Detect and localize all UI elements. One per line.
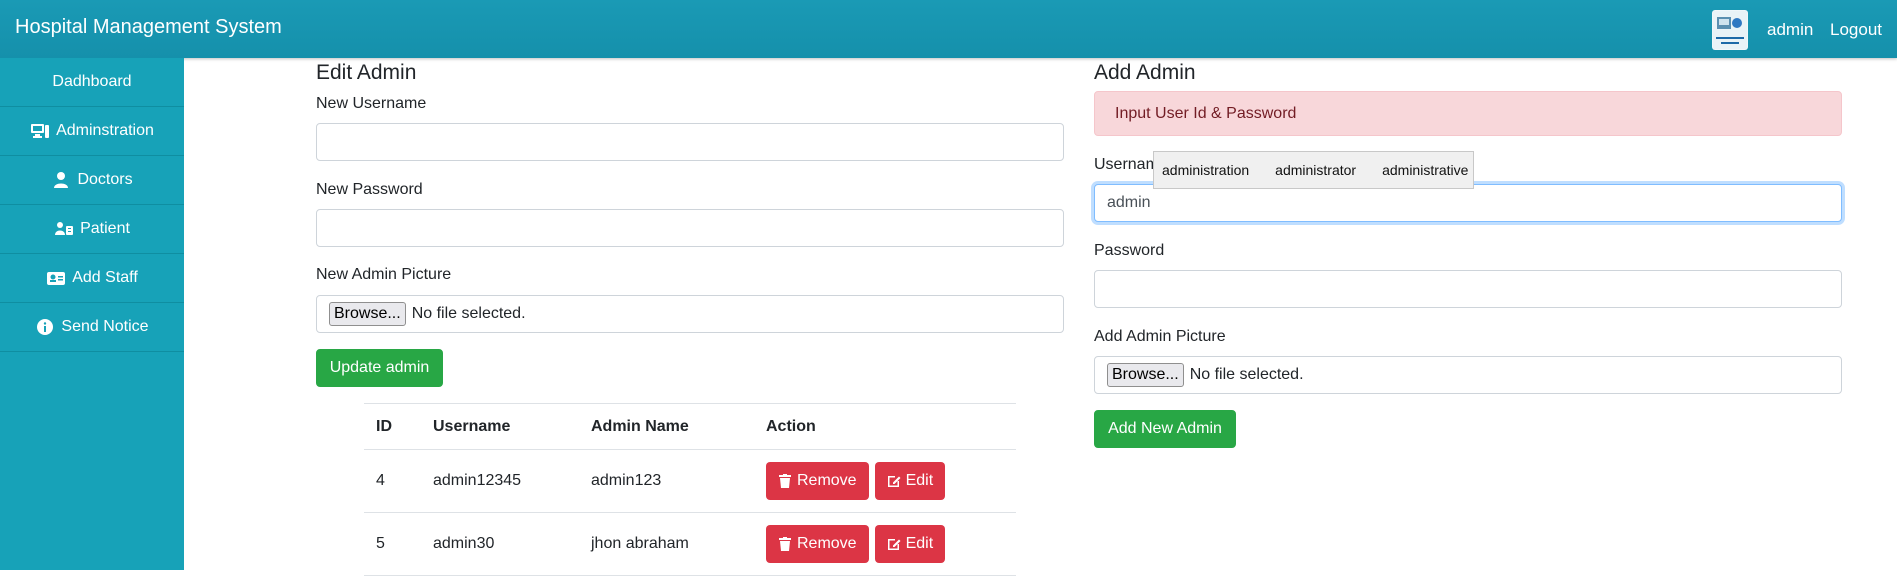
cell-admin-name: admin123 [579,449,754,513]
edit-button[interactable]: Edit [874,525,946,563]
sidebar-item-send-notice[interactable]: Send Notice [0,303,184,352]
sidebar-item-add-staff[interactable]: Add Staff [0,254,184,303]
sidebar-item-patient[interactable]: Patient [0,205,184,254]
column-header-admin-name: Admin Name [579,403,754,450]
sidebar-item-label: Send Notice [61,318,149,335]
file-status-text: No file selected. [411,305,526,322]
column-header-id: ID [364,403,421,450]
desktop-icon [31,124,50,138]
cell-admin-name: jhon abraham [579,512,754,576]
cell-id: 5 [364,512,421,576]
new-password-label: New Password [316,181,423,198]
sidebar-item-administration[interactable]: Adminstration [0,107,184,156]
sidebar-item-label: Patient [80,220,130,237]
remove-button[interactable]: Remove [766,525,869,563]
autocomplete-suggestions: administration administrator administrat… [1153,151,1474,189]
cell-username: admin12345 [421,449,579,513]
edit-icon [887,539,901,550]
browse-button[interactable]: Browse... [329,302,406,326]
username-label: Usernam [1094,156,1159,173]
sidebar-item-doctors[interactable]: Doctors [0,156,184,205]
trash-icon [779,537,791,551]
cell-id: 4 [364,449,421,513]
remove-label: Remove [797,535,857,552]
table-row: 5 admin30 jhon abraham Remove Edit [364,512,1016,576]
logout-link[interactable]: Logout [1830,20,1882,40]
sidebar-item-label: Add Staff [72,269,138,286]
file-status-text: No file selected. [1189,366,1304,383]
app-title[interactable]: Hospital Management System [15,16,282,39]
patient-icon [55,222,74,235]
add-admin-picture-file-input[interactable]: Browse... No file selected. [1094,356,1842,394]
edit-label: Edit [905,535,934,552]
update-admin-button[interactable]: Update admin [316,349,443,387]
id-card-icon [47,272,66,285]
sidebar-item-label: Adminstration [56,122,154,139]
edit-label: Edit [905,472,934,489]
add-new-admin-button[interactable]: Add New Admin [1094,410,1236,448]
sidebar-item-label: Dadhboard [52,73,132,90]
edit-button[interactable]: Edit [874,462,946,500]
admins-table: ID Username Admin Name Action 4 admin123… [364,403,1016,576]
username-input[interactable] [1094,184,1842,222]
table-row: 4 admin12345 admin123 Remove Edit [364,449,1016,513]
cell-actions: Remove Edit [754,449,1016,513]
new-password-input[interactable] [316,209,1064,247]
edit-icon [887,476,901,487]
suggestion-item[interactable]: administrative [1374,162,1476,178]
new-username-input[interactable] [316,123,1064,161]
info-circle-icon [37,319,54,335]
validation-alert: Input User Id & Password [1094,91,1842,136]
remove-label: Remove [797,472,857,489]
suggestion-item[interactable]: administration [1154,162,1257,178]
top-navbar: Hospital Management System admin Logout [0,0,1897,58]
browse-button[interactable]: Browse... [1107,363,1184,387]
edit-admin-heading: Edit Admin [316,61,417,84]
current-user-name: admin [1767,20,1814,39]
password-input[interactable] [1094,270,1842,308]
cell-actions: Remove Edit [754,512,1016,576]
add-admin-picture-label: Add Admin Picture [1094,328,1226,345]
remove-button[interactable]: Remove [766,462,869,500]
new-username-label: New Username [316,95,427,112]
add-admin-heading: Add Admin [1094,61,1196,84]
column-header-action: Action [754,403,1016,450]
password-label: Password [1094,242,1165,259]
sidebar: Dadhboard Adminstration Doctors Patient [0,58,184,570]
sidebar-item-label: Doctors [77,171,133,188]
new-admin-picture-file-input[interactable]: Browse... No file selected. [316,295,1064,333]
user-icon [54,172,69,188]
trash-icon [779,474,791,488]
column-header-username: Username [421,403,579,450]
new-admin-picture-label: New Admin Picture [316,266,452,283]
table-header-row: ID Username Admin Name Action [364,403,1016,450]
sidebar-item-dashboard[interactable]: Dadhboard [0,58,184,107]
suggestion-item[interactable]: administrator [1267,162,1364,178]
cell-username: admin30 [421,512,579,576]
admin-avatar-icon [1712,10,1748,50]
